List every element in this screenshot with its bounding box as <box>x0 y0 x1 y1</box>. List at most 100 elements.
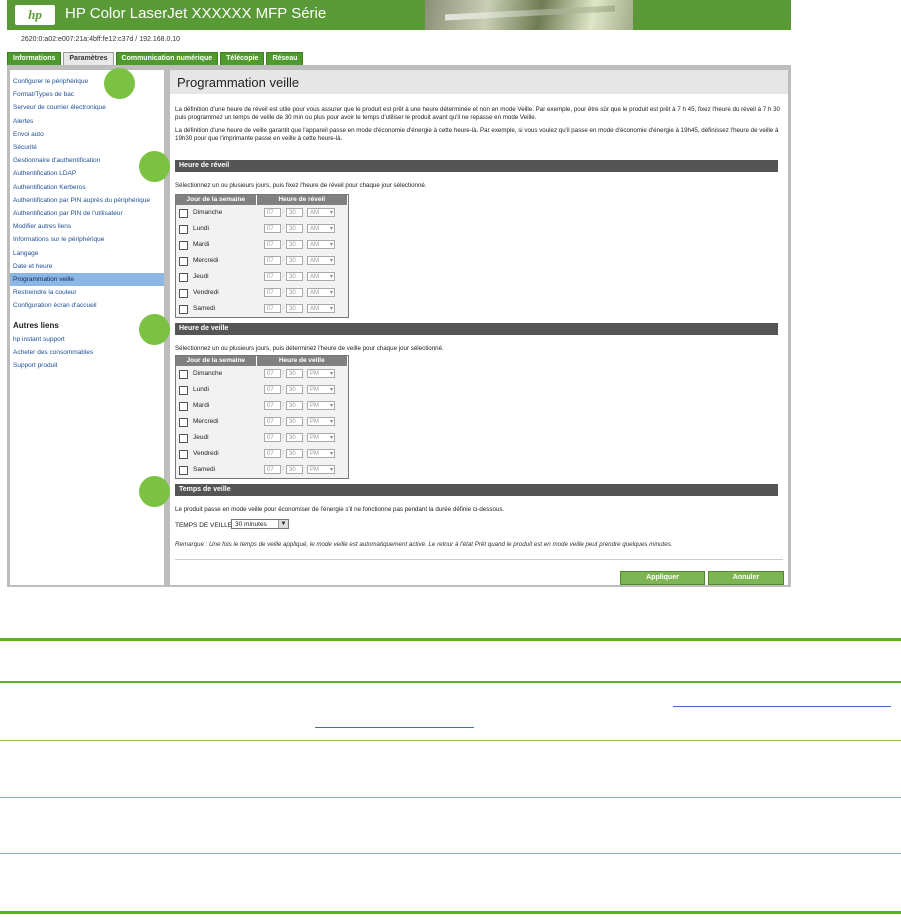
sleep-hour-input[interactable]: 07 <box>264 449 281 458</box>
sleep-hour-input[interactable]: 07 <box>264 385 281 394</box>
wake-day-checkbox[interactable] <box>179 241 188 250</box>
wake-day-checkbox[interactable] <box>179 209 188 218</box>
wake-ampm-select[interactable]: AM <box>307 208 335 218</box>
wake-day-checkbox[interactable] <box>179 257 188 266</box>
sidebar-item-1[interactable]: Configurer le périphérique <box>10 75 164 88</box>
link-underline-1[interactable] <box>673 706 891 707</box>
sleep-ampm-select[interactable]: PM <box>307 433 335 443</box>
sleep-minute-input[interactable]: 30 <box>286 449 303 458</box>
sleep-hour-input[interactable]: 07 <box>264 369 281 378</box>
sleep-minute-input[interactable]: 30 <box>286 385 303 394</box>
wake-hour-input[interactable]: 07 <box>264 272 281 281</box>
sidebar-item-15[interactable]: Date et heure <box>10 260 164 273</box>
sleep-hour-input[interactable]: 07 <box>264 401 281 410</box>
cancel-button[interactable]: Annuler <box>708 571 784 585</box>
sidebar-item-18[interactable]: Configuration écran d'accueil <box>10 299 164 312</box>
sleep-day-label: Dimanche <box>193 370 223 377</box>
sleep-day-checkbox[interactable] <box>179 434 188 443</box>
sleep-minute-input[interactable]: 30 <box>286 417 303 426</box>
wake-minute-input[interactable]: 30 <box>286 224 303 233</box>
sidebar-item-17[interactable]: Restreindre la couleur <box>10 286 164 299</box>
sleep-day-checkbox[interactable] <box>179 466 188 475</box>
link-underline-2[interactable] <box>315 727 474 728</box>
wake-day-label: Vendredi <box>193 289 219 296</box>
wake-hour-input[interactable]: 07 <box>264 304 281 313</box>
wake-day-checkbox[interactable] <box>179 225 188 234</box>
wake-hour-input[interactable]: 07 <box>264 288 281 297</box>
sidebar-item-13[interactable]: Informations sur le périphérique <box>10 233 164 246</box>
sleep-day-checkbox[interactable] <box>179 386 188 395</box>
sleep-minute-input[interactable]: 30 <box>286 369 303 378</box>
sleep-ampm-select[interactable]: PM <box>307 417 335 427</box>
sidebar-item-14[interactable]: Langage <box>10 247 164 260</box>
sleep-hour-input[interactable]: 07 <box>264 417 281 426</box>
table-header-rule <box>0 681 901 683</box>
other-link-3[interactable]: Support produit <box>10 359 164 372</box>
sleep-minute-input[interactable]: 30 <box>286 433 303 442</box>
wake-minute-input[interactable]: 30 <box>286 208 303 217</box>
delay-label: TEMPS DE VEILLE <box>175 522 233 529</box>
wake-day-checkbox[interactable] <box>179 289 188 298</box>
wake-day-checkbox[interactable] <box>179 273 188 282</box>
sidebar-item-11[interactable]: Authentification par PIN de l'utilisateu… <box>10 207 164 220</box>
sleep-hour-input[interactable]: 07 <box>264 433 281 442</box>
sidebar-item-3[interactable]: Serveur de courrier électronique <box>10 101 164 114</box>
sleep-minute-input[interactable]: 30 <box>286 401 303 410</box>
other-link-2[interactable]: Acheter des consommables <box>10 346 164 359</box>
sidebar-item-2[interactable]: Format/Types de bac <box>10 88 164 101</box>
wake-day-checkbox[interactable] <box>179 305 188 314</box>
sleep-section-bar: Heure de veille <box>175 323 778 335</box>
sleep-minute-input[interactable]: 30 <box>286 465 303 474</box>
sleep-hour-input[interactable]: 07 <box>264 465 281 474</box>
wake-day-label: Jeudi <box>193 273 209 280</box>
tab-telecopie[interactable]: Télécopie <box>220 52 265 65</box>
wake-ampm-select[interactable]: AM <box>307 240 335 250</box>
sleep-ampm-select[interactable]: PM <box>307 369 335 379</box>
delay-select[interactable]: 30 minutes ▼ <box>231 519 289 529</box>
sidebar-item-4[interactable]: Alertes <box>10 115 164 128</box>
wake-ampm-select[interactable]: AM <box>307 288 335 298</box>
sleep-instructions: Sélectionnez un ou plusieurs jours, puis… <box>175 345 444 352</box>
sidebar-item-16[interactable]: Programmation veille <box>10 273 164 286</box>
sidebar-item-10[interactable]: Authentification par PIN auprès du périp… <box>10 194 164 207</box>
sidebar-item-9[interactable]: Authentification Kerberos <box>10 181 164 194</box>
wake-time-colon: : <box>282 257 284 263</box>
tab-informations[interactable]: Informations <box>7 52 62 65</box>
wake-hour-input[interactable]: 07 <box>264 240 281 249</box>
wake-ampm-select[interactable]: AM <box>307 224 335 234</box>
wake-ampm-select[interactable]: AM <box>307 272 335 282</box>
sleep-day-checkbox[interactable] <box>179 450 188 459</box>
wake-ampm-select[interactable]: AM <box>307 256 335 266</box>
sleep-day-checkbox[interactable] <box>179 370 188 379</box>
wake-hour-input[interactable]: 07 <box>264 224 281 233</box>
wake-minute-input[interactable]: 30 <box>286 240 303 249</box>
apply-button[interactable]: Appliquer <box>620 571 705 585</box>
wake-hour-input[interactable]: 07 <box>264 208 281 217</box>
tab-communication[interactable]: Communication numérique <box>115 52 219 65</box>
sleep-ampm-select[interactable]: PM <box>307 401 335 411</box>
sidebar-item-5[interactable]: Envoi auto <box>10 128 164 141</box>
tab-parametres[interactable]: Paramètres <box>63 52 114 65</box>
wake-ampm-select[interactable]: AM <box>307 304 335 314</box>
sleep-time-colon: : <box>282 418 284 424</box>
wake-hour-input[interactable]: 07 <box>264 256 281 265</box>
sidebar-item-12[interactable]: Modifier autres liens <box>10 220 164 233</box>
sleep-ampm-select[interactable]: PM <box>307 449 335 459</box>
wake-minute-input[interactable]: 30 <box>286 288 303 297</box>
wake-row: Vendredi 07:30 AM <box>176 285 348 301</box>
sleep-row: Lundi 07:30 PM <box>176 382 348 398</box>
header-photo <box>425 0 633 30</box>
sleep-ampm-select[interactable]: PM <box>307 465 335 475</box>
wake-time-colon: : <box>282 273 284 279</box>
wake-minute-input[interactable]: 30 <box>286 256 303 265</box>
callout-marker-4 <box>139 476 170 507</box>
wake-row: Mercredi 07:30 AM <box>176 253 348 269</box>
sleep-ampm-select[interactable]: PM <box>307 385 335 395</box>
sleep-day-checkbox[interactable] <box>179 418 188 427</box>
sidebar-item-6[interactable]: Sécurité <box>10 141 164 154</box>
tab-reseau[interactable]: Réseau <box>266 52 304 65</box>
sleep-time-colon: : <box>282 466 284 472</box>
wake-minute-input[interactable]: 30 <box>286 272 303 281</box>
sleep-day-checkbox[interactable] <box>179 402 188 411</box>
wake-minute-input[interactable]: 30 <box>286 304 303 313</box>
